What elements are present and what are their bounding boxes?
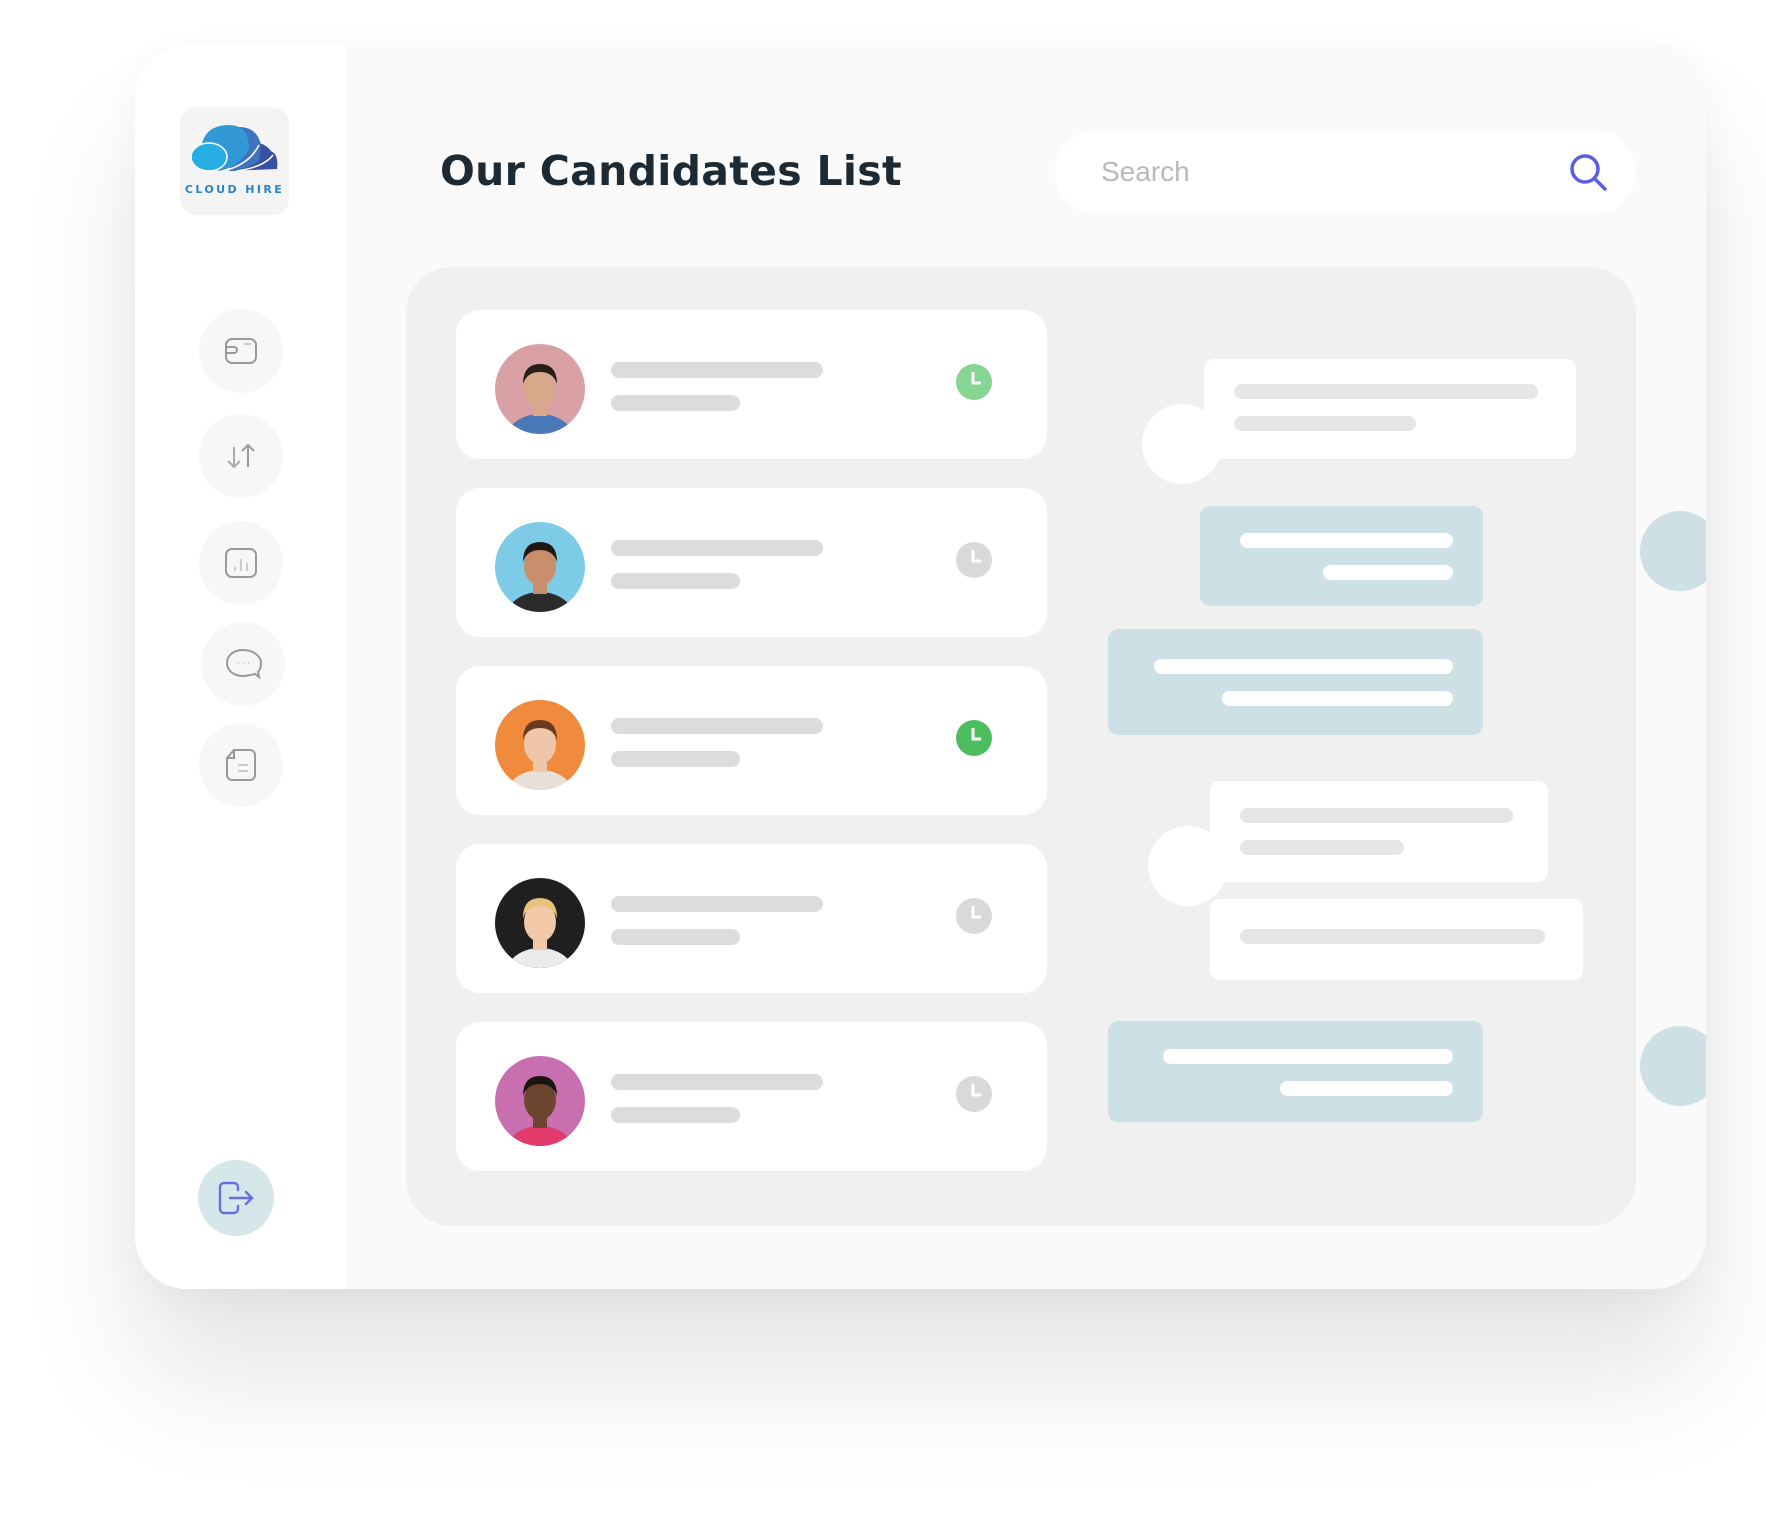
sidebar-item-transfers[interactable] — [199, 414, 283, 498]
detail-placeholder — [611, 929, 740, 945]
text-placeholder — [1240, 840, 1404, 855]
status-clock-icon — [956, 542, 992, 578]
detail-placeholder — [611, 395, 740, 411]
text-placeholder — [1154, 659, 1453, 674]
avatar[interactable] — [495, 344, 585, 434]
chat-bubble-icon — [225, 648, 262, 680]
person-photo — [506, 542, 574, 612]
avatar[interactable] — [495, 878, 585, 968]
wallet-icon — [225, 338, 257, 364]
text-placeholder — [1234, 416, 1416, 431]
text-placeholder — [1163, 1049, 1453, 1064]
text-placeholder — [1280, 1081, 1453, 1096]
detail-placeholder — [611, 751, 740, 767]
name-placeholder — [611, 362, 823, 378]
detail-placeholder — [611, 573, 740, 589]
sidebar-item-messages[interactable] — [201, 622, 285, 706]
chat-message-outgoing — [1200, 506, 1483, 606]
sidebar: CLOUD HIRE — [135, 45, 347, 1289]
chat-message-incoming — [1210, 781, 1548, 882]
cloud-logo-icon — [190, 125, 278, 172]
name-placeholder — [611, 896, 823, 912]
app-window: CLOUD HIRE Our Candidates List — [135, 45, 1706, 1289]
text-placeholder — [1240, 533, 1453, 548]
chat-message-incoming — [1210, 899, 1583, 980]
name-placeholder — [611, 1074, 823, 1090]
avatar[interactable] — [495, 522, 585, 612]
chat-avatar-placeholder — [1640, 1026, 1706, 1106]
name-placeholder — [611, 718, 823, 734]
transfer-arrows-icon — [227, 443, 255, 469]
chat-message-outgoing — [1108, 629, 1483, 735]
sidebar-item-documents[interactable] — [199, 723, 283, 807]
avatar[interactable] — [495, 700, 585, 790]
candidate-card[interactable] — [456, 488, 1047, 637]
chat-message-incoming — [1204, 359, 1576, 459]
sidebar-item-reports[interactable] — [199, 521, 283, 605]
chat-message-outgoing — [1108, 1021, 1483, 1122]
person-photo — [506, 898, 574, 968]
candidate-card[interactable] — [456, 666, 1047, 815]
logo[interactable]: CLOUD HIRE — [180, 107, 289, 215]
status-clock-icon — [956, 1076, 992, 1112]
sidebar-item-wallet[interactable] — [199, 309, 283, 393]
candidate-card[interactable] — [456, 844, 1047, 993]
name-placeholder — [611, 540, 823, 556]
candidate-card[interactable] — [456, 310, 1047, 459]
person-photo — [506, 364, 574, 434]
text-placeholder — [1234, 384, 1538, 399]
text-placeholder — [1240, 929, 1545, 944]
search-input[interactable] — [1101, 156, 1568, 188]
candidate-card[interactable] — [456, 1022, 1047, 1171]
page-title: Our Candidates List — [440, 147, 902, 195]
status-clock-icon — [956, 898, 992, 934]
detail-placeholder — [611, 1107, 740, 1123]
text-placeholder — [1222, 691, 1453, 706]
search-icon[interactable] — [1568, 152, 1608, 192]
status-clock-icon — [956, 364, 992, 400]
candidates-panel — [406, 267, 1706, 1226]
logo-text: CLOUD HIRE — [184, 183, 285, 196]
avatar[interactable] — [495, 1056, 585, 1146]
chat-avatar-placeholder — [1640, 511, 1706, 591]
logout-icon — [218, 1181, 254, 1215]
text-placeholder — [1240, 808, 1513, 823]
person-photo — [506, 1076, 574, 1146]
document-icon — [226, 749, 256, 781]
text-placeholder — [1323, 565, 1453, 580]
search-bar[interactable] — [1055, 131, 1636, 213]
logout-button[interactable] — [198, 1160, 274, 1236]
chart-icon — [225, 548, 257, 578]
person-photo — [506, 720, 574, 790]
status-clock-icon — [956, 720, 992, 756]
